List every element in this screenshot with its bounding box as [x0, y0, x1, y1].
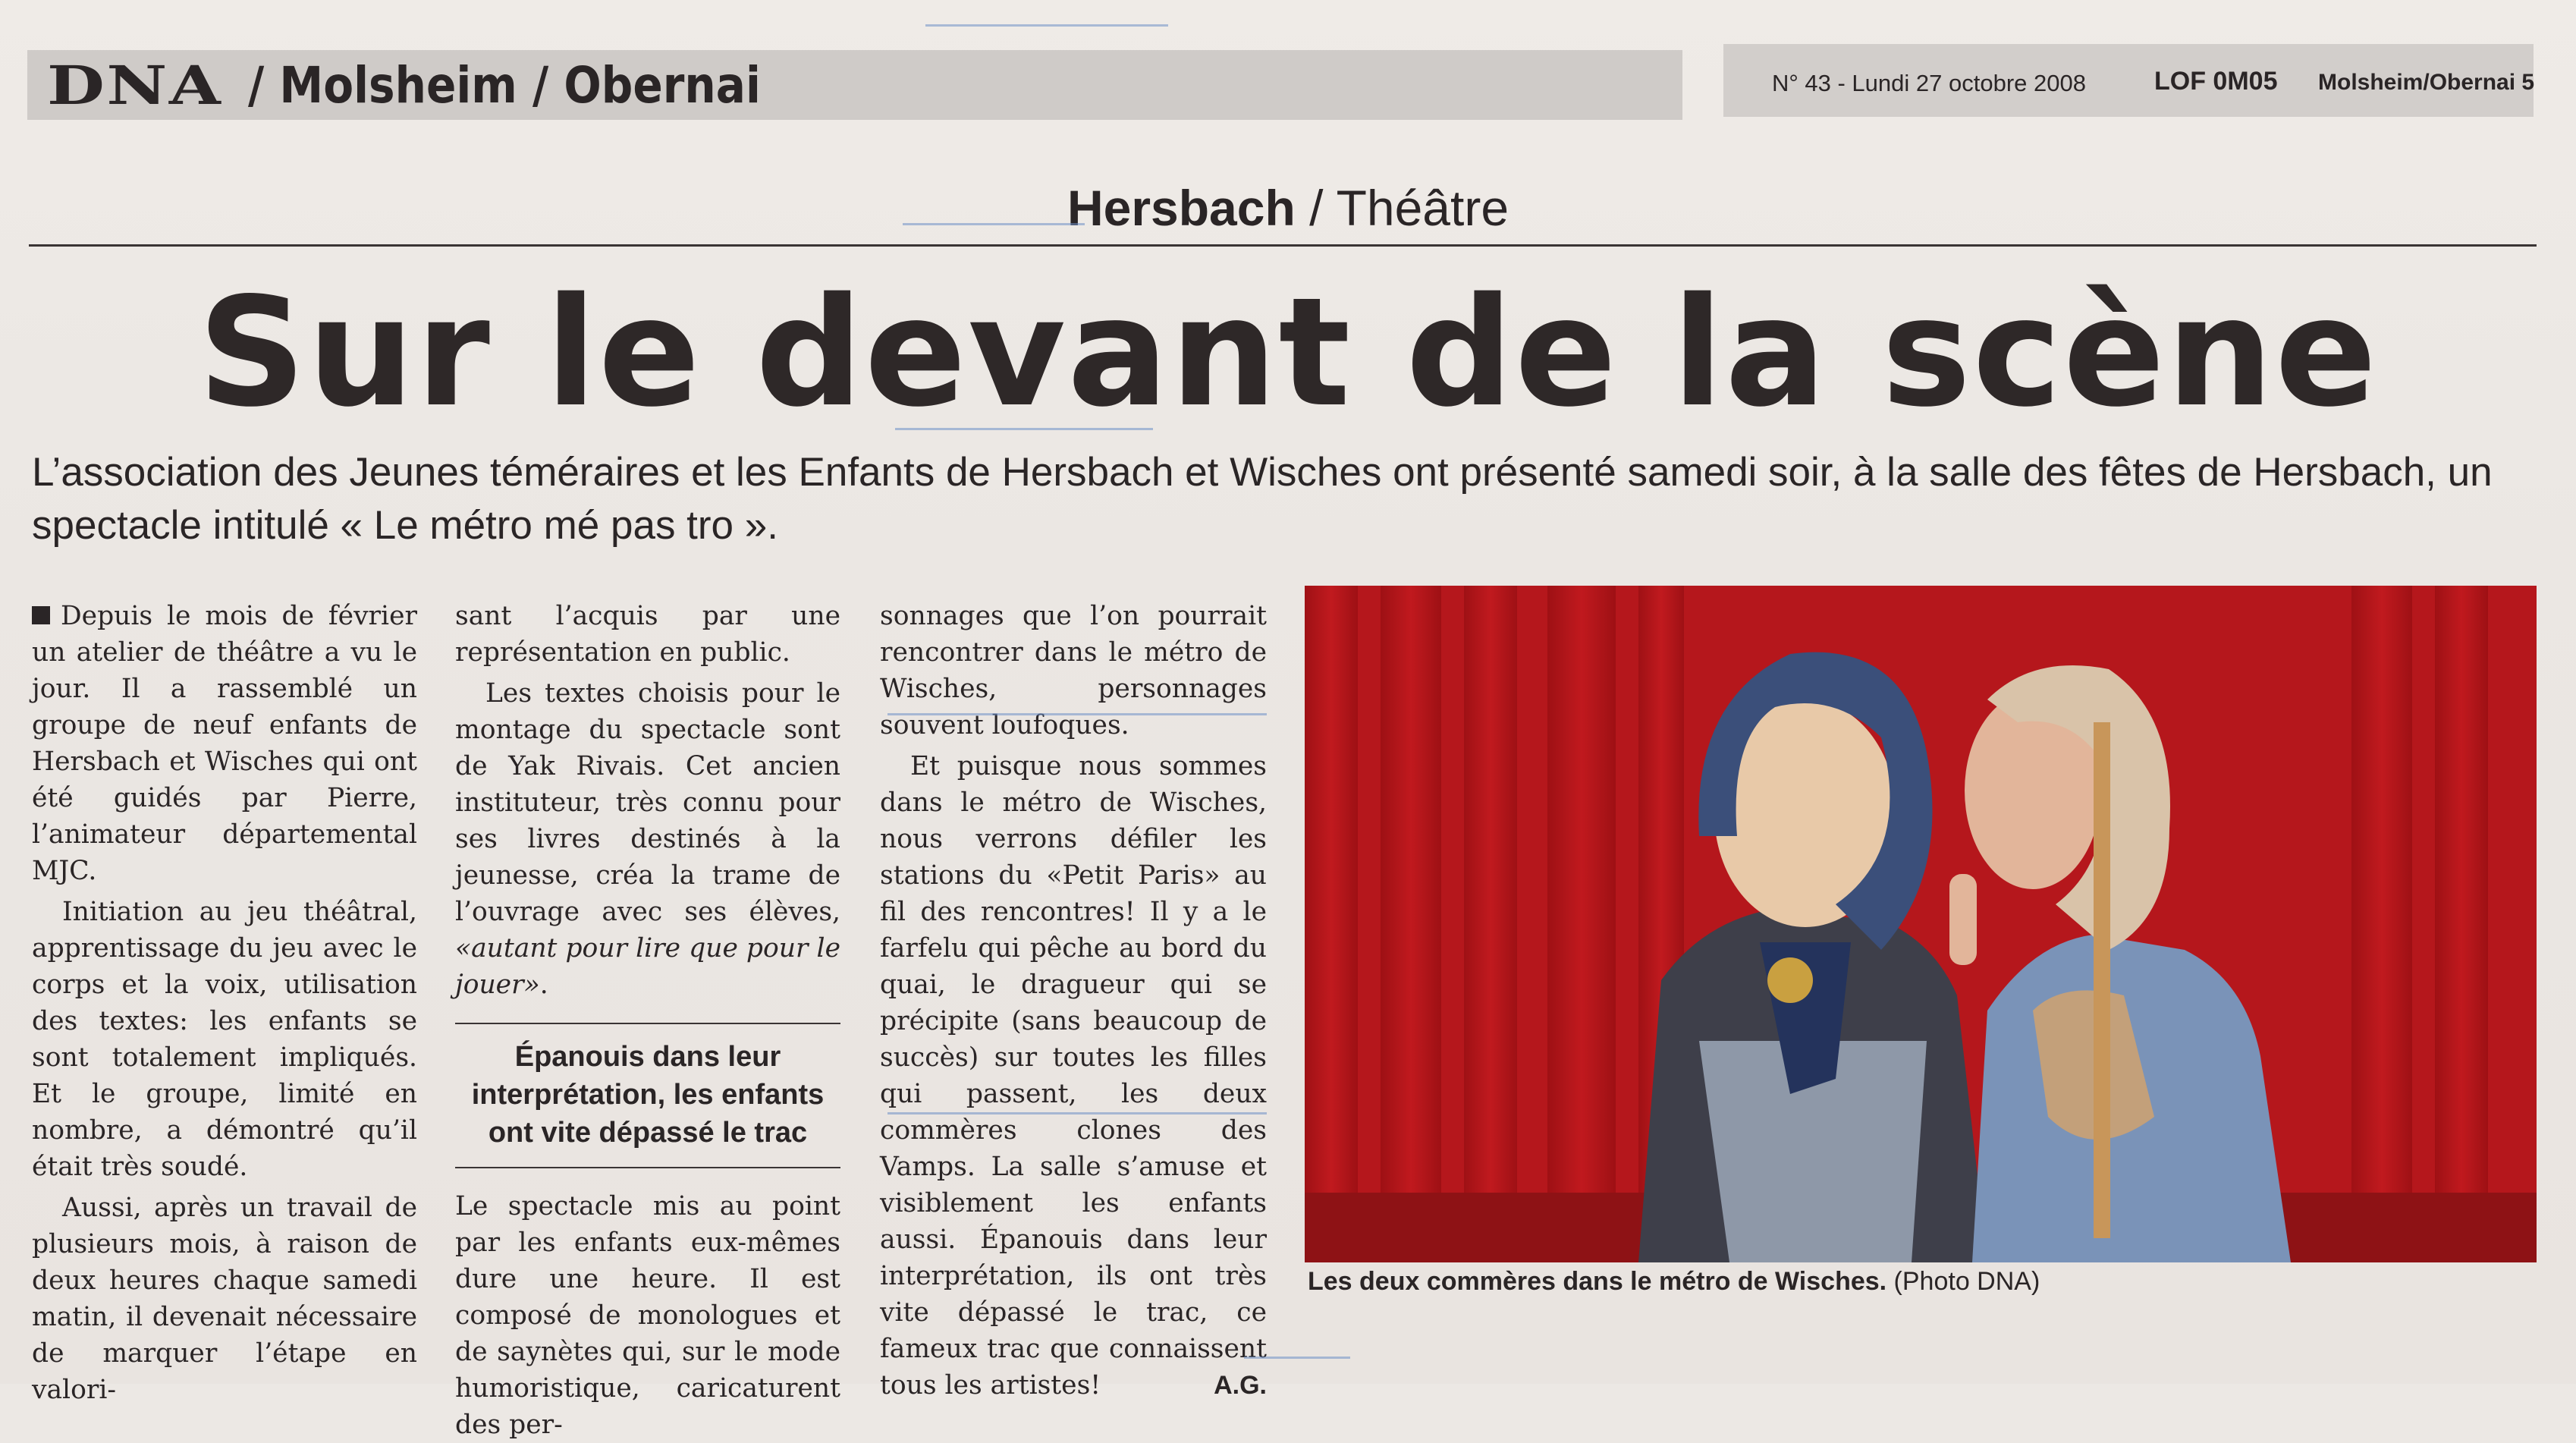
paragraph: Initiation au jeu théâtral, apprentissag… [32, 897, 417, 1182]
dna-logo: DNA [47, 53, 223, 117]
masthead-bar: DNA / Molsheim / Obernai [27, 50, 1682, 120]
paragraph: Et puisque nous sommes dans le métro de … [880, 748, 1267, 1404]
page-number: Molsheim/Obernai 5 [2318, 70, 2535, 95]
paragraph: Depuis le mois de février un atelier de … [32, 598, 417, 889]
marker-smudge [903, 223, 1085, 225]
section-title: / Molsheim / Obernai [248, 55, 761, 115]
top-rule [29, 244, 2537, 247]
photo-credit: (Photo DNA) [1886, 1267, 2040, 1296]
marker-smudge [925, 24, 1168, 27]
paragraph-text: Depuis le mois de février un atelier de … [32, 601, 417, 886]
issue-date: N° 43 - Lundi 27 octobre 2008 [1772, 70, 2086, 96]
paragraph: Aussi, après un travail de plusieurs moi… [32, 1193, 417, 1405]
quote-text: «autant pour lire que pour le jouer» [455, 933, 840, 1000]
kicker-topic: / Théâtre [1295, 180, 1509, 236]
author-signature: A.G. [1214, 1371, 1267, 1400]
folio-bar: N° 43 - Lundi 27 octobre 2008 LOF 0M05 M… [1723, 44, 2534, 117]
bullet-square-icon [32, 606, 50, 624]
paragraph: Le spectacle mis au point par les enfant… [455, 1191, 840, 1440]
paragraph: sonnages que l’on pourrait rencontrer da… [880, 601, 1267, 740]
article-lead: L’association des Jeunes téméraires et l… [32, 450, 2493, 548]
paragraph: Les textes choisis pour le montage du sp… [455, 675, 840, 1003]
kicker-place: Hersbach [1067, 180, 1296, 236]
marker-smudge [887, 1112, 1267, 1114]
photo-illustration [1305, 586, 2537, 1262]
article-kicker: Hersbach / Théâtre [0, 179, 2576, 237]
paragraph-text: Les textes choisis pour le montage du sp… [455, 678, 840, 927]
headline: Sur le devant de la scène [197, 265, 2379, 440]
marker-smudge [895, 428, 1153, 430]
column-3: sonnages que l’on pourrait rencontrer da… [880, 598, 1267, 1404]
column-1: Depuis le mois de février un atelier de … [32, 598, 417, 1408]
marker-smudge [887, 713, 1267, 715]
article-photo [1305, 586, 2537, 1262]
edition-code: LOF 0M05 [2154, 67, 2278, 96]
column-2: sant l’acquis par une représentation en … [455, 598, 840, 1443]
marker-smudge [1244, 1357, 1350, 1359]
photo-caption: Les deux commères dans le métro de Wisch… [1308, 1267, 2537, 1297]
paragraph: sant l’acquis par une représentation en … [455, 601, 840, 668]
caption-text: Les deux commères dans le métro de Wisch… [1308, 1267, 1887, 1296]
intertitle: Épanouis dans leur interprétation, les e… [455, 1023, 840, 1168]
paragraph-text: Et puisque nous sommes dans le métro de … [880, 751, 1267, 1401]
paragraph-text: . [539, 970, 548, 1000]
